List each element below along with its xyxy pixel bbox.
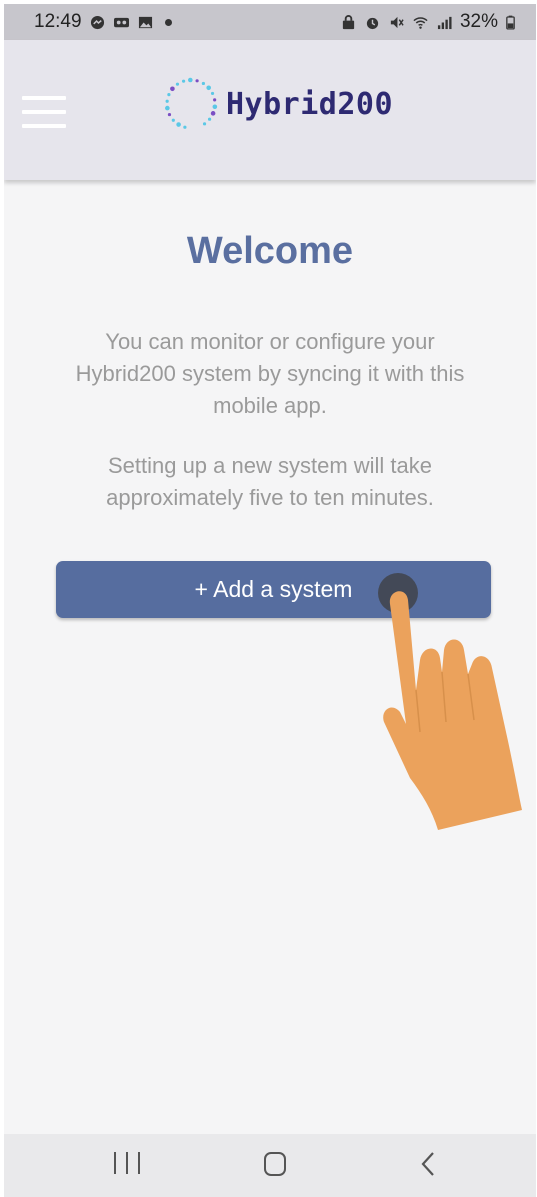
status-bar-left: 12:49 [34, 11, 172, 33]
alarm-icon [366, 17, 379, 29]
page-title: Welcome [186, 230, 354, 272]
recent-apps-icon[interactable] [114, 1152, 140, 1176]
voicemail-icon [113, 17, 129, 27]
logo-dot [167, 93, 171, 97]
logo-dot [210, 91, 215, 96]
menu-bar-icon [22, 124, 66, 128]
logo-text: Hybrid200 [226, 86, 394, 122]
logo-dot [206, 85, 211, 91]
logo-dot [202, 122, 207, 126]
logo-dot [201, 81, 205, 86]
logo-dot [167, 112, 172, 117]
battery-icon [506, 15, 515, 30]
logo-dot [213, 98, 217, 102]
logo-dot [171, 118, 175, 122]
logo-dot [165, 105, 170, 111]
signal-icon [437, 16, 452, 29]
system-nav-bar [4, 1134, 536, 1197]
app-logo: Hybrid200 [162, 74, 393, 134]
logo-dot [181, 79, 186, 83]
phone-screen: 12:49 32% Hybrid200 Welcome You can moni… [4, 4, 536, 1197]
hand-pointer-icon [383, 591, 522, 830]
status-bar: 12:49 32% [4, 4, 536, 40]
mute-icon [390, 16, 404, 28]
logo-dot [207, 117, 212, 121]
logo-dot [210, 111, 216, 116]
status-bar-right: 32% [340, 11, 516, 33]
logo-dot [188, 77, 193, 83]
logo-dot [170, 86, 175, 92]
menu-bar-icon [22, 110, 66, 114]
logo-dot [165, 99, 169, 103]
home-icon[interactable] [264, 1152, 286, 1176]
menu-bar-icon [22, 96, 66, 100]
back-icon[interactable] [418, 1150, 438, 1178]
app-header: Hybrid200 [4, 40, 536, 180]
lock-icon [342, 14, 355, 29]
wifi-icon [413, 16, 428, 29]
logo-dot [195, 79, 199, 83]
dot-icon [164, 18, 172, 26]
logo-dot [176, 122, 181, 127]
gallery-icon [138, 16, 152, 28]
messenger-icon [90, 15, 104, 29]
logo-dot [183, 125, 187, 129]
setup-time-note: Setting up a new system will take approx… [106, 453, 434, 510]
intro-text: You can monitor or configure your Hybrid… [75, 329, 465, 418]
logo-dot [212, 104, 218, 110]
status-time: 12:49 [34, 11, 82, 32]
logo-dot [175, 82, 180, 86]
battery-percent: 32% [459, 11, 498, 32]
dotted-ring-logo-icon [165, 77, 218, 129]
hamburger-menu-button[interactable] [22, 96, 66, 128]
